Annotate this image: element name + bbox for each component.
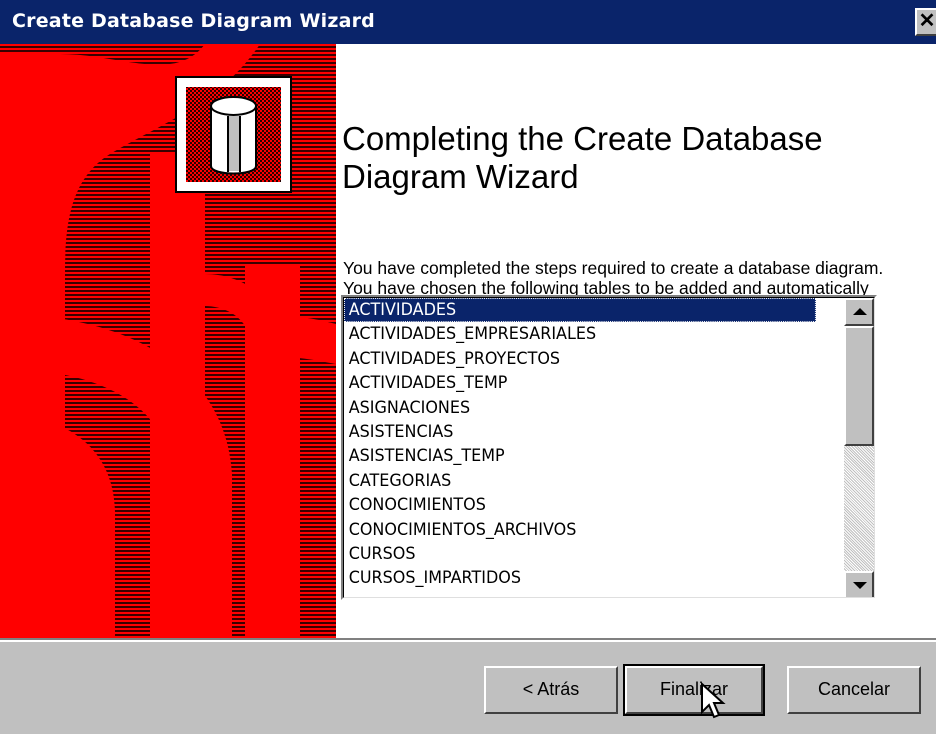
close-button[interactable]: ✕ <box>915 8 936 36</box>
wizard-window: Create Database Diagram Wizard ✕ Complet… <box>0 0 936 734</box>
cancel-button-label: Cancelar <box>817 679 891 699</box>
wizard-side-banner <box>0 44 336 638</box>
tables-list: ACTIVIDADES ACTIVIDADES_EMPRESARIALES AC… <box>344 298 846 591</box>
close-icon: ✕ <box>918 10 936 32</box>
scroll-down-button[interactable] <box>844 571 874 597</box>
list-item[interactable]: ASISTENCIAS_TEMP <box>344 444 816 468</box>
back-button-label: < Atrás <box>522 679 580 699</box>
list-item[interactable]: CURSOS <box>344 542 816 566</box>
finish-button-label: Finalizar <box>659 679 729 699</box>
arrow-down-icon <box>853 582 867 589</box>
listbox-frame: ACTIVIDADES ACTIVIDADES_EMPRESARIALES AC… <box>343 297 875 598</box>
list-item[interactable]: ACTIVIDADES_PROYECTOS <box>344 347 816 371</box>
scroll-thumb[interactable] <box>844 326 874 446</box>
back-button[interactable]: < Atrás <box>484 666 618 714</box>
finish-button[interactable]: Finalizar <box>623 664 765 716</box>
vertical-scrollbar[interactable] <box>844 298 874 597</box>
list-item[interactable]: CURSOS_IMPARTIDOS <box>344 566 816 590</box>
list-item[interactable]: CONOCIMIENTOS_ARCHIVOS <box>344 518 816 542</box>
window-title: Create Database Diagram Wizard <box>12 10 375 32</box>
list-item[interactable]: ASIGNACIONES <box>344 396 816 420</box>
cancel-button[interactable]: Cancelar <box>787 666 921 714</box>
list-item[interactable]: CATEGORIAS <box>344 469 816 493</box>
list-item[interactable]: ASISTENCIAS <box>344 420 816 444</box>
list-item[interactable]: ACTIVIDADES <box>344 298 816 323</box>
button-separator <box>0 638 936 642</box>
list-item[interactable]: CONOCIMIENTOS <box>344 493 816 517</box>
list-item[interactable]: ACTIVIDADES_EMPRESARIALES <box>344 322 816 346</box>
arrow-up-icon <box>853 308 867 315</box>
scroll-up-button[interactable] <box>844 298 874 326</box>
page-title: Completing the Create Database Diagram W… <box>342 120 823 195</box>
list-item[interactable]: ACTIVIDADES_TEMP <box>344 371 816 395</box>
tables-listbox[interactable]: ACTIVIDADES ACTIVIDADES_EMPRESARIALES AC… <box>341 295 877 600</box>
title-bar[interactable]: Create Database Diagram Wizard ✕ <box>0 0 936 44</box>
database-icon <box>210 96 257 175</box>
